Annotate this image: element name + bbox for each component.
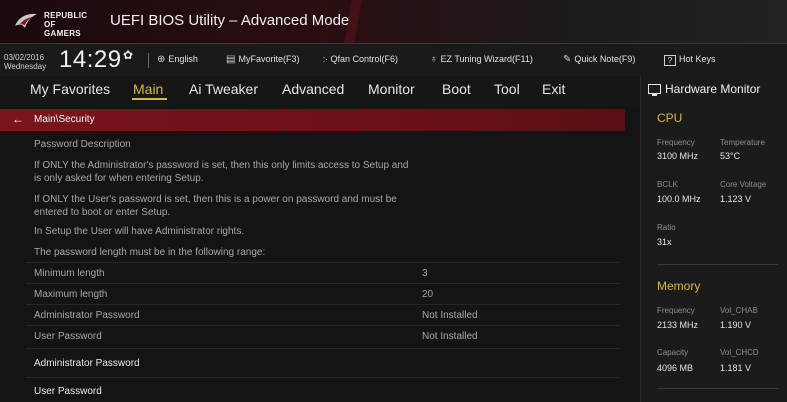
vol-chab-label: Vol_CHAB [720, 306, 758, 315]
setting-value: 3 [422, 268, 428, 279]
hardware-monitor-title: Hardware Monitor [665, 82, 761, 96]
cpu-frequency-value: 3100 MHz [657, 151, 699, 161]
divider [26, 377, 621, 378]
myfavorite-label: MyFavorite(F3) [238, 54, 300, 64]
language-button[interactable]: ⊕ English [157, 54, 198, 65]
vol-chcd-label: Vol_CHCD [720, 348, 759, 357]
setting-label: Administrator Password [34, 310, 140, 321]
core-voltage-value: 1.123 V [720, 194, 752, 204]
fan-icon: ჻ [323, 54, 328, 65]
monitor-icon [648, 84, 661, 96]
vol-chcd-value: 1.181 V [720, 363, 752, 373]
globe-icon: ⊕ [157, 54, 166, 65]
divider [657, 388, 778, 389]
divider [26, 304, 621, 305]
cpu-temperature-label: Temperature [720, 138, 765, 147]
description-text: If ONLY the User's password is set, then… [34, 194, 397, 205]
hardware-monitor: Hardware Monitor CPU Frequency Temperatu… [640, 76, 787, 402]
note-icon: ✎ [563, 54, 572, 65]
vol-chab-value: 1.190 V [720, 320, 752, 330]
quick-note-button[interactable]: ✎ Quick Note(F9) [563, 54, 635, 65]
ez-tuning-button[interactable]: ♁ EZ Tuning Wizard(F11) [430, 54, 533, 65]
memory-frequency-label: Frequency [657, 306, 695, 315]
cpu-frequency-label: Frequency [657, 138, 695, 147]
divider [26, 262, 621, 263]
myfavorite-button[interactable]: ▤ MyFavorite(F3) [226, 54, 299, 65]
tab-exit[interactable]: Exit [542, 81, 565, 97]
setting-label: User Password [34, 331, 102, 342]
security-content: Password Description If ONLY the Adminis… [0, 131, 625, 402]
setting-value: 20 [422, 289, 434, 300]
title-decoration [300, 0, 420, 44]
qfan-button[interactable]: ჻ Qfan Control(F6) [323, 54, 398, 65]
brand-line1: REPUBLIC OF [44, 11, 88, 29]
back-arrow-icon[interactable]: ← [12, 112, 24, 126]
capacity-label: Capacity [657, 348, 689, 357]
help-icon: ? [664, 55, 676, 66]
tab-tool[interactable]: Tool [494, 81, 520, 97]
cpu-temperature-value: 53°C [720, 151, 741, 161]
link-label: Administrator Password [34, 358, 140, 369]
breadcrumb: ← Main\Security [0, 109, 625, 131]
setting-label: Minimum length [34, 268, 105, 279]
cpu-section-title: CPU [657, 111, 683, 125]
rog-logo: REPUBLIC OF GAMERS [14, 8, 87, 38]
divider [26, 325, 621, 326]
weekday: Wednesday [4, 62, 47, 71]
description-text: The password length must be in the follo… [34, 247, 266, 258]
divider [148, 53, 149, 68]
description-text: is only asked for when entering Setup. [34, 173, 204, 184]
favorite-icon: ▤ [226, 54, 236, 65]
hot-keys-label: Hot Keys [679, 54, 716, 64]
ez-tuning-label: EZ Tuning Wizard(F11) [440, 54, 533, 64]
memory-frequency-value: 2133 MHz [657, 320, 699, 330]
tab-ai-tweaker[interactable]: Ai Tweaker [189, 81, 258, 97]
gear-icon[interactable]: ✿ [123, 48, 133, 62]
bclk-value: 100.0 MHz [657, 194, 701, 204]
brand-line2: GAMERS [44, 29, 81, 38]
memory-section-title: Memory [657, 279, 701, 293]
date-display: 03/02/2016 Wednesday [4, 53, 46, 71]
divider [26, 348, 621, 349]
description-text: In Setup the User will have Administrato… [34, 226, 245, 237]
language-label: English [168, 54, 198, 64]
tab-monitor[interactable]: Monitor [368, 81, 415, 97]
link-label: User Password [34, 386, 102, 397]
user-password-link[interactable]: User Password [26, 381, 621, 402]
ratio-label: Ratio [657, 223, 676, 232]
description-heading: Password Description [34, 139, 131, 150]
active-tab-underline [132, 98, 167, 100]
bclk-label: BCLK [657, 180, 678, 189]
bulb-icon: ♁ [430, 54, 438, 65]
divider [26, 283, 621, 284]
tab-boot[interactable]: Boot [442, 81, 471, 97]
tab-advanced[interactable]: Advanced [282, 81, 344, 97]
qfan-label: Qfan Control(F6) [330, 54, 399, 64]
setting-value: Not Installed [422, 310, 478, 321]
setting-value: Not Installed [422, 331, 478, 342]
setting-label: Maximum length [34, 289, 108, 300]
administrator-password-link[interactable]: Administrator Password [26, 353, 621, 375]
description-text: If ONLY the Administrator's password is … [34, 160, 409, 171]
ratio-value: 31x [657, 237, 672, 247]
capacity-value: 4096 MB [657, 363, 694, 373]
description-text: entered to boot or enter Setup. [34, 207, 171, 218]
tab-main[interactable]: Main [133, 81, 163, 97]
core-voltage-label: Core Voltage [720, 180, 767, 189]
breadcrumb-path: Main\Security [34, 114, 95, 125]
rog-eye-icon [15, 13, 37, 28]
title-bar: REPUBLIC OF GAMERS UEFI BIOS Utility – A… [0, 0, 787, 44]
info-bar: 03/02/2016 Wednesday 14:29 ✿ ⊕ English ▤ M… [0, 44, 787, 76]
clock: 14:29 [59, 46, 122, 73]
tab-my-favorites[interactable]: My Favorites [30, 81, 110, 97]
date: 03/02/2016 [4, 53, 45, 62]
divider [657, 264, 778, 265]
hot-keys-button[interactable]: ? Hot Keys [664, 54, 716, 66]
quick-note-label: Quick Note(F9) [574, 54, 636, 64]
main-menu: My Favorites Main Ai Tweaker Advanced Mo… [0, 76, 640, 106]
